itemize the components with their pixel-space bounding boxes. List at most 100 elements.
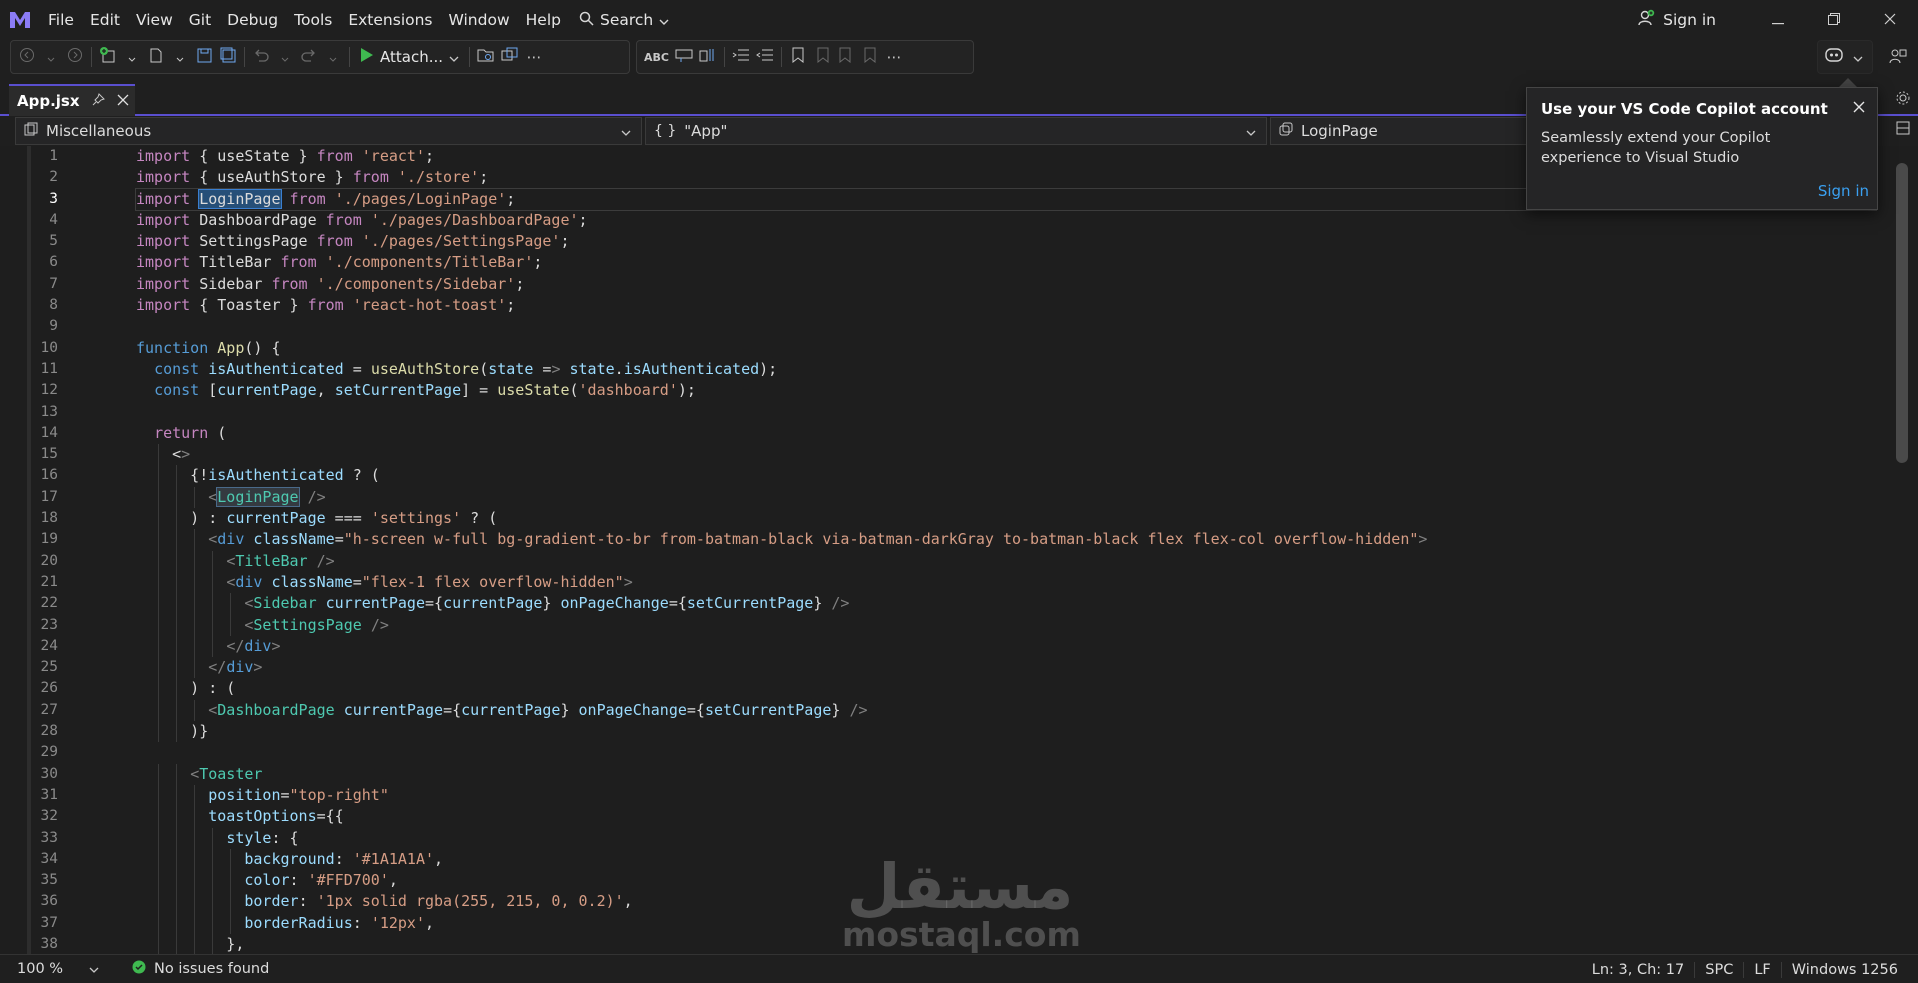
menu-file[interactable]: File (40, 0, 82, 40)
previous-bookmark-button[interactable] (810, 43, 834, 71)
code-line[interactable]: <> (136, 444, 1876, 466)
line-number: 29 (40, 744, 58, 761)
redo-button[interactable] (297, 43, 321, 71)
code-line[interactable]: <LoginPage /> (136, 486, 1876, 509)
back-dropdown-button[interactable] (39, 43, 63, 71)
cursor-position[interactable]: Ln: 3, Ch: 17 (1582, 962, 1694, 978)
scope-dropdown[interactable]: { } "App" (645, 117, 1267, 145)
spell-check-button[interactable]: ABC (641, 43, 672, 71)
code-line[interactable]: const isAuthenticated = useAuthStore(sta… (136, 359, 1876, 380)
save-button[interactable] (192, 43, 216, 71)
sign-in-button[interactable]: Sign in (1637, 9, 1716, 31)
settings-gear-icon[interactable] (1895, 90, 1911, 110)
windows-button[interactable] (498, 43, 522, 71)
menu-tools[interactable]: Tools (286, 0, 340, 40)
code-line[interactable]: </div> (136, 635, 1876, 658)
new-project-dropdown[interactable] (120, 43, 144, 71)
copilot-button[interactable] (1822, 43, 1846, 71)
visual-studio-logo-icon[interactable] (0, 0, 40, 40)
open-file-dropdown[interactable] (168, 43, 192, 71)
code-line[interactable]: import SettingsPage from './pages/Settin… (136, 231, 1876, 252)
code-line[interactable]: <TitleBar /> (136, 550, 1876, 572)
clear-bookmarks-button[interactable] (858, 43, 882, 71)
toolbar-overflow-button-2[interactable]: ⋯ (882, 43, 906, 71)
code-editor[interactable]: 1 2 3 4 5 6 7 8 9 10 11 12 13 14 15 16 17 18 19 20 21 22 23 24 2… (0, 146, 1918, 954)
popup-sign-in-link[interactable]: Sign in (1818, 182, 1869, 200)
code-line[interactable]: ) : currentPage === 'settings' ? ( (136, 508, 1876, 530)
zoom-dropdown[interactable]: 100 % (0, 961, 110, 977)
line-number-margin: 1 2 3 4 5 6 7 8 9 10 11 12 13 14 15 16 17 18 19 20 21 22 23 24 2… (0, 146, 58, 954)
code-line[interactable]: <SettingsPage /> (136, 614, 1876, 636)
code-line[interactable]: position="top-right" (136, 784, 1876, 807)
code-line[interactable]: {!isAuthenticated ? ( (136, 465, 1876, 487)
indentation-mode[interactable]: SPC (1694, 961, 1743, 978)
code-line[interactable]: toastOptions={{ (136, 806, 1876, 828)
toolbar-overflow-button[interactable]: ⋯ (522, 43, 546, 71)
toggle-bookmark-button[interactable] (786, 43, 810, 71)
toolbar-group-text-editor: ABC ⋯ (636, 40, 974, 74)
attach-debugger-button[interactable]: Attach... (354, 43, 465, 71)
search-button[interactable]: Search (569, 0, 679, 40)
member-dropdown[interactable]: LoginPage (1270, 117, 1530, 145)
menu-debug[interactable]: Debug (219, 0, 286, 40)
code-line[interactable]: </div> (136, 657, 1876, 679)
decrease-indent-button[interactable] (729, 43, 753, 71)
undo-button[interactable] (249, 43, 273, 71)
minimize-button[interactable] (1750, 0, 1806, 40)
close-popup-button[interactable] (1853, 98, 1865, 117)
code-line[interactable]: return ( (136, 423, 1876, 444)
navigate-back-button[interactable] (15, 43, 39, 71)
code-line[interactable]: ) : ( (136, 678, 1876, 700)
project-dropdown[interactable]: Miscellaneous (15, 117, 642, 145)
split-window-icon[interactable] (1895, 120, 1911, 140)
code-line[interactable]: import DashboardPage from './pages/Dashb… (136, 210, 1876, 231)
redo-dropdown[interactable] (321, 43, 345, 71)
code-line[interactable] (136, 316, 1876, 337)
live-share-button[interactable] (1886, 44, 1910, 72)
menu-edit[interactable]: Edit (82, 0, 128, 40)
close-icon (1884, 11, 1896, 29)
code-line[interactable]: <Toaster (136, 763, 1876, 785)
navigate-forward-button[interactable] (63, 43, 87, 71)
code-text-area[interactable]: import { useState } from 'react'; import … (135, 146, 1877, 954)
code-line[interactable] (136, 402, 1876, 423)
code-line[interactable]: function App() { (136, 338, 1876, 359)
increase-indent-button[interactable] (753, 43, 777, 71)
undo-dropdown[interactable] (273, 43, 297, 71)
vertical-scrollbar-thumb[interactable] (1896, 163, 1908, 463)
next-bookmark-button[interactable] (834, 43, 858, 71)
copilot-dropdown[interactable] (1846, 43, 1870, 71)
find-in-files-button[interactable] (474, 43, 498, 71)
code-line[interactable]: )} (136, 721, 1876, 743)
code-line[interactable]: <div className="flex-1 flex overflow-hid… (136, 571, 1876, 594)
code-line[interactable]: <Sidebar currentPage={currentPage} onPag… (136, 593, 1876, 615)
close-tab-icon[interactable] (117, 92, 129, 110)
menu-git[interactable]: Git (181, 0, 219, 40)
file-encoding[interactable]: Windows 1256 (1780, 961, 1908, 978)
open-file-button[interactable] (144, 43, 168, 71)
new-project-button[interactable] (96, 43, 120, 71)
parameter-info-icon (699, 47, 717, 67)
code-line[interactable]: <DashboardPage currentPage={currentPage}… (136, 699, 1876, 722)
menu-help[interactable]: Help (518, 0, 569, 40)
code-line[interactable]: style: { (136, 827, 1876, 849)
parameter-info-button[interactable] (696, 43, 720, 71)
menu-view[interactable]: View (128, 0, 181, 40)
code-line[interactable]: <div className="h-screen w-full bg-gradi… (136, 529, 1876, 551)
quick-info-button[interactable] (672, 43, 696, 71)
restore-button[interactable] (1806, 0, 1862, 40)
close-window-button[interactable] (1862, 0, 1918, 40)
sign-in-label: Sign in (1663, 11, 1716, 29)
code-line[interactable]: const [currentPage, setCurrentPage] = us… (136, 380, 1876, 401)
tab-app-jsx[interactable]: App.jsx (9, 84, 135, 116)
code-line[interactable]: import Sidebar from './components/Sideba… (136, 274, 1876, 295)
menu-window[interactable]: Window (441, 0, 518, 40)
save-all-button[interactable] (216, 43, 240, 71)
code-line[interactable]: import TitleBar from './components/Title… (136, 252, 1876, 273)
issues-indicator[interactable]: No issues found (132, 960, 269, 978)
code-line[interactable] (136, 742, 1876, 763)
menu-extensions[interactable]: Extensions (340, 0, 440, 40)
pin-icon[interactable] (92, 92, 105, 110)
code-line[interactable]: import { Toaster } from 'react-hot-toast… (136, 295, 1876, 316)
line-ending[interactable]: LF (1743, 961, 1780, 978)
